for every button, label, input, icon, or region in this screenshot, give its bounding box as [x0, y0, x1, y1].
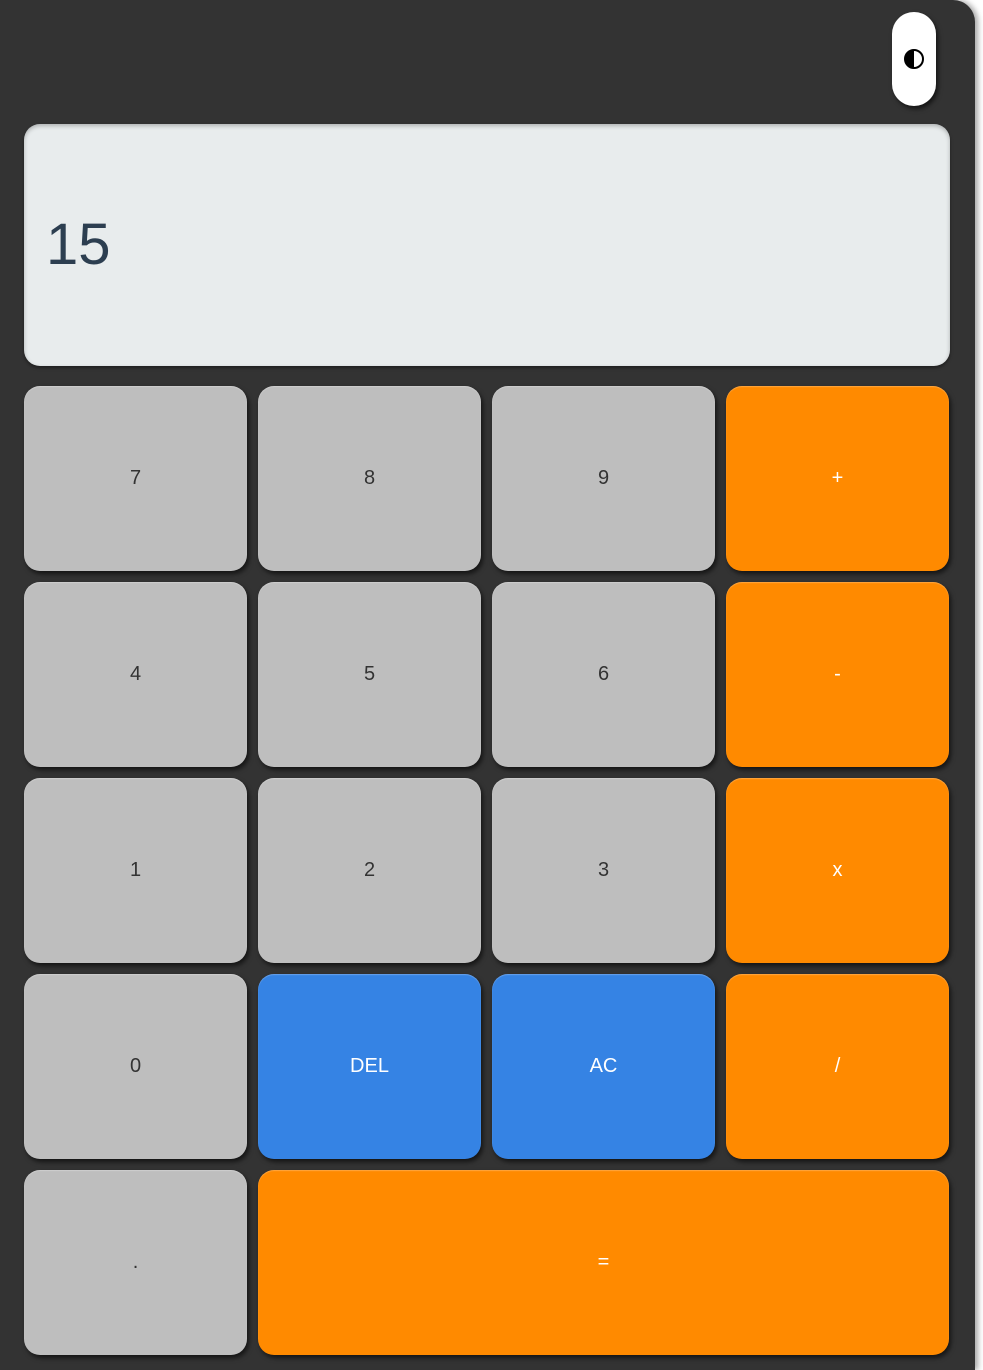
key-6[interactable]: 6 [492, 582, 715, 767]
equals-button[interactable]: = [258, 1170, 949, 1355]
display-value: 15 [46, 212, 111, 277]
calculator: 15 7 8 9 + 4 5 6 - 1 2 3 x 0 DEL AC / . … [0, 0, 975, 1370]
key-7[interactable]: 7 [24, 386, 247, 571]
decimal-button[interactable]: . [24, 1170, 247, 1355]
key-4[interactable]: 4 [24, 582, 247, 767]
contrast-icon [904, 49, 924, 69]
subtract-button[interactable]: - [726, 582, 949, 767]
display: 15 [24, 124, 950, 366]
delete-button[interactable]: DEL [258, 974, 481, 1159]
key-9[interactable]: 9 [492, 386, 715, 571]
multiply-button[interactable]: x [726, 778, 949, 963]
divide-button[interactable]: / [726, 974, 949, 1159]
key-5[interactable]: 5 [258, 582, 481, 767]
add-button[interactable]: + [726, 386, 949, 571]
key-0[interactable]: 0 [24, 974, 247, 1159]
key-3[interactable]: 3 [492, 778, 715, 963]
theme-toggle-button[interactable] [892, 12, 936, 106]
key-8[interactable]: 8 [258, 386, 481, 571]
all-clear-button[interactable]: AC [492, 974, 715, 1159]
key-1[interactable]: 1 [24, 778, 247, 963]
key-2[interactable]: 2 [258, 778, 481, 963]
